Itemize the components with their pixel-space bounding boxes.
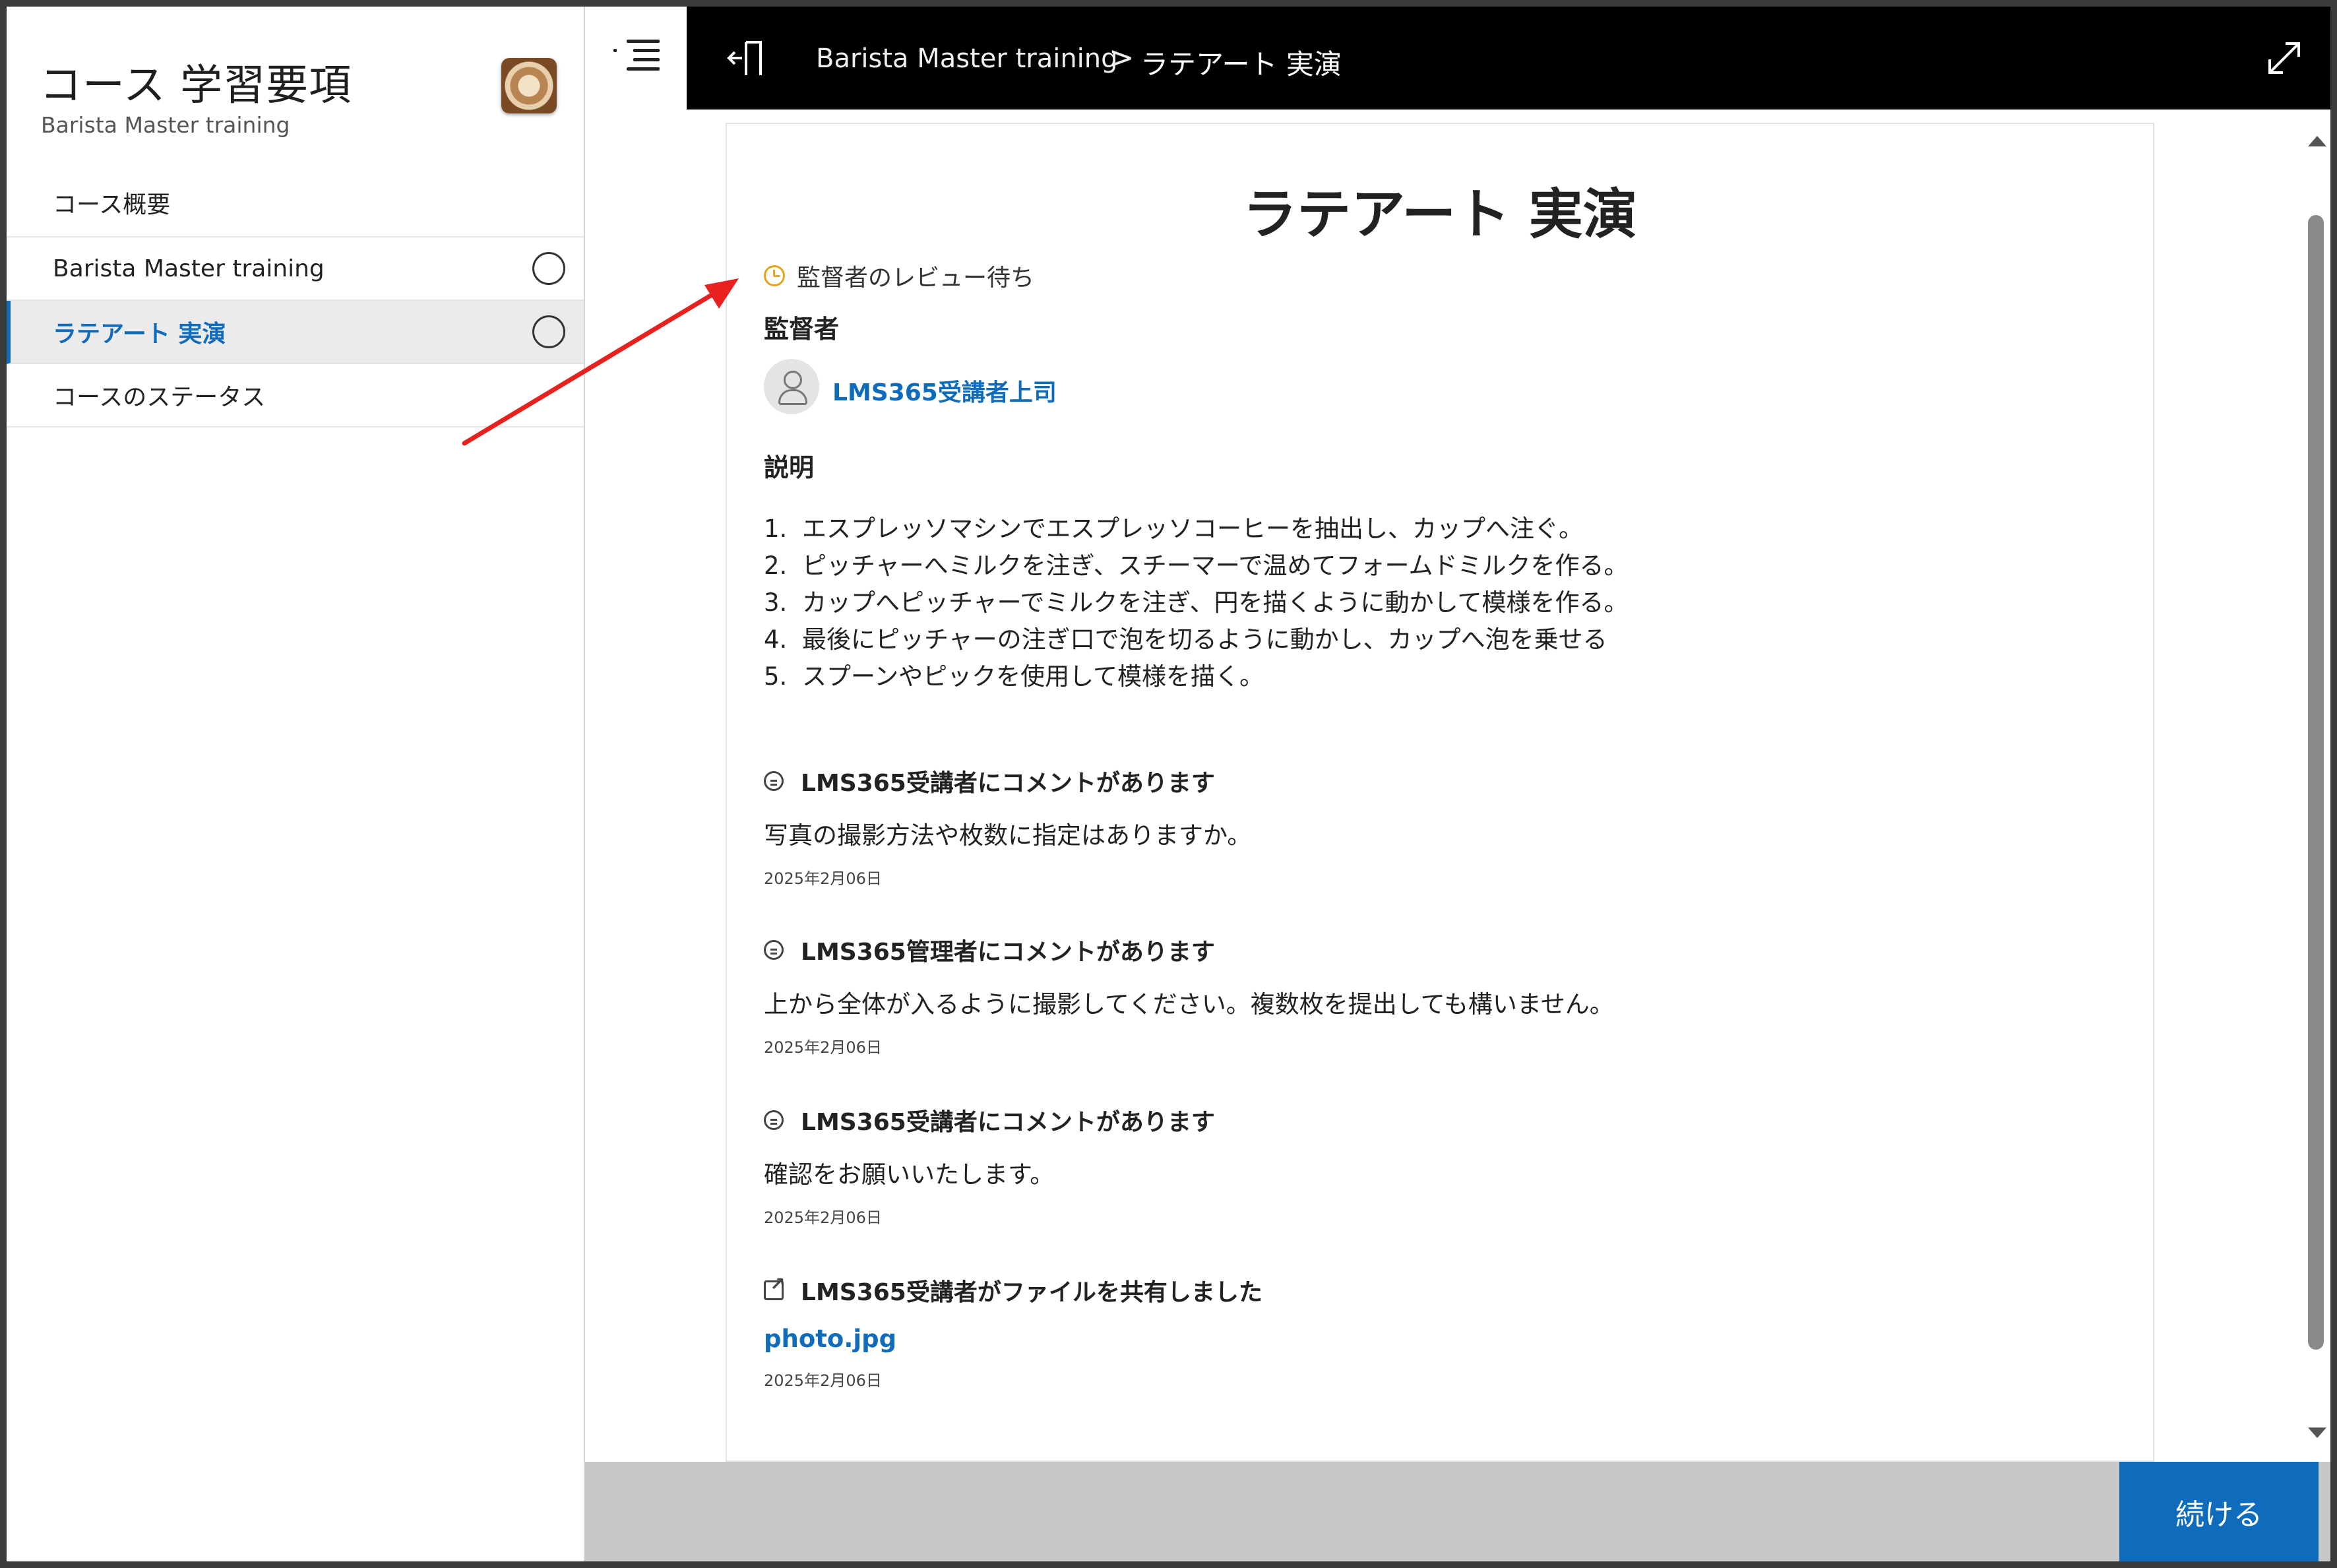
course-sidebar: コース 学習要項 Barista Master training コース概要 B… (7, 7, 585, 1561)
scroll-up-icon[interactable] (2308, 136, 2326, 146)
file-link[interactable]: photo.jpg (764, 1325, 1262, 1353)
review-status: 監督者のレビュー待ち (764, 259, 1034, 293)
status-text: 監督者のレビュー待ち (797, 265, 1035, 292)
comment-date: 2025年2月06日 (764, 1038, 882, 1057)
menu-icon[interactable] (613, 40, 660, 73)
comment-body: 写真の撮影方法や枚数に指定はありますか。 (764, 821, 1252, 850)
step-item: 5. スプーンやピックを使用して模様を描く。 (764, 662, 1264, 691)
scroll-thumb[interactable] (2308, 215, 2324, 1350)
supervisor-label: 監督者 (764, 315, 840, 344)
sidebar-subtitle: Barista Master training (41, 112, 290, 138)
comment-date: 2025年2月06日 (764, 869, 882, 888)
top-bar: Barista Master training > ラテアート 実演 (687, 7, 2330, 110)
step-item: 2. ピッチャーへミルクを注ぎ、スチーマーで温めてフォームドミルクを作る。 (764, 551, 1629, 580)
bottom-bar: 続ける (585, 1462, 2330, 1561)
activity-comment: LMS365受講者にコメントがあります 写真の撮影方法や枚数に指定はありますか。… (764, 764, 1251, 889)
comment-heading: LMS365受講者にコメントがあります (801, 770, 1215, 797)
sidebar-title: コース 学習要項 (40, 61, 352, 110)
activity-file-share: LMS365受講者がファイルを共有しました photo.jpg 2025年2月0… (764, 1273, 1262, 1391)
expand-icon[interactable] (2264, 38, 2304, 78)
comment-icon (764, 771, 784, 791)
activity-comment: LMS365管理者にコメントがあります 上から全体が入るように撮影してください。… (764, 933, 1614, 1057)
breadcrumb-separator: > (1109, 40, 1135, 75)
sidebar-item-overview[interactable]: コース概要 (7, 169, 584, 237)
description-steps: 1. エスプレッソマシンでエスプレッソコーヒーを抽出し、カップへ注ぐ。 2. ピッチ… (764, 511, 1628, 695)
breadcrumb-course[interactable]: Barista Master training (816, 44, 1118, 74)
assignment-card: ラテアート 実演 監督者のレビュー待ち 監督者 LMS365受講者上司 説明 1… (726, 123, 2154, 1462)
sidebar-item-label: Barista Master training (53, 255, 325, 282)
share-heading: LMS365受講者がファイルを共有しました (801, 1279, 1262, 1306)
supervisor-name-link[interactable]: LMS365受講者上司 (832, 373, 1057, 408)
share-date: 2025年2月06日 (764, 1371, 882, 1390)
exit-icon[interactable] (726, 38, 766, 78)
comment-heading: LMS365受講者にコメントがあります (801, 1109, 1215, 1136)
clock-icon (764, 265, 785, 286)
activity-comment: LMS365受講者にコメントがあります 確認をお願いいたします。 2025年2月… (764, 1103, 1215, 1228)
breadcrumb-current: ラテアート 実演 (1140, 48, 1342, 80)
sidebar-item-label: ラテアート 実演 (53, 321, 226, 348)
comment-icon (764, 940, 784, 960)
course-thumbnail (501, 58, 557, 113)
sidebar-item-label: コース概要 (53, 191, 171, 218)
sidebar-item-label: コースのステータス (53, 384, 266, 411)
comment-body: 確認をお願いいたします。 (764, 1160, 1055, 1189)
step-item: 3. カップへピッチャーでミルクを注ぎ、円を描くように動かして模様を作る。 (764, 588, 1629, 617)
comment-heading: LMS365管理者にコメントがあります (801, 939, 1215, 966)
annotation-arrow-icon (462, 278, 739, 446)
comment-date: 2025年2月06日 (764, 1208, 882, 1227)
share-icon (764, 1273, 785, 1300)
continue-button[interactable]: 続ける (2119, 1462, 2319, 1561)
avatar-icon (764, 359, 819, 414)
description-label: 説明 (764, 453, 815, 482)
step-item: 1. エスプレッソマシンでエスプレッソコーヒーを抽出し、カップへ注ぐ。 (764, 515, 1583, 543)
comment-icon (764, 1110, 784, 1130)
page-title: ラテアート 実演 (1243, 183, 1637, 246)
scroll-down-icon[interactable] (2308, 1427, 2326, 1438)
scrollbar[interactable] (2300, 110, 2330, 1462)
step-item: 4. 最後にピッチャーの注ぎ口で泡を切るように動かし、カップへ泡を乗せる (764, 625, 1607, 654)
comment-body: 上から全体が入るように撮影してください。複数枚を提出しても構いません。 (764, 990, 1614, 1019)
app-window: コース 学習要項 Barista Master training コース概要 B… (7, 7, 2330, 1561)
